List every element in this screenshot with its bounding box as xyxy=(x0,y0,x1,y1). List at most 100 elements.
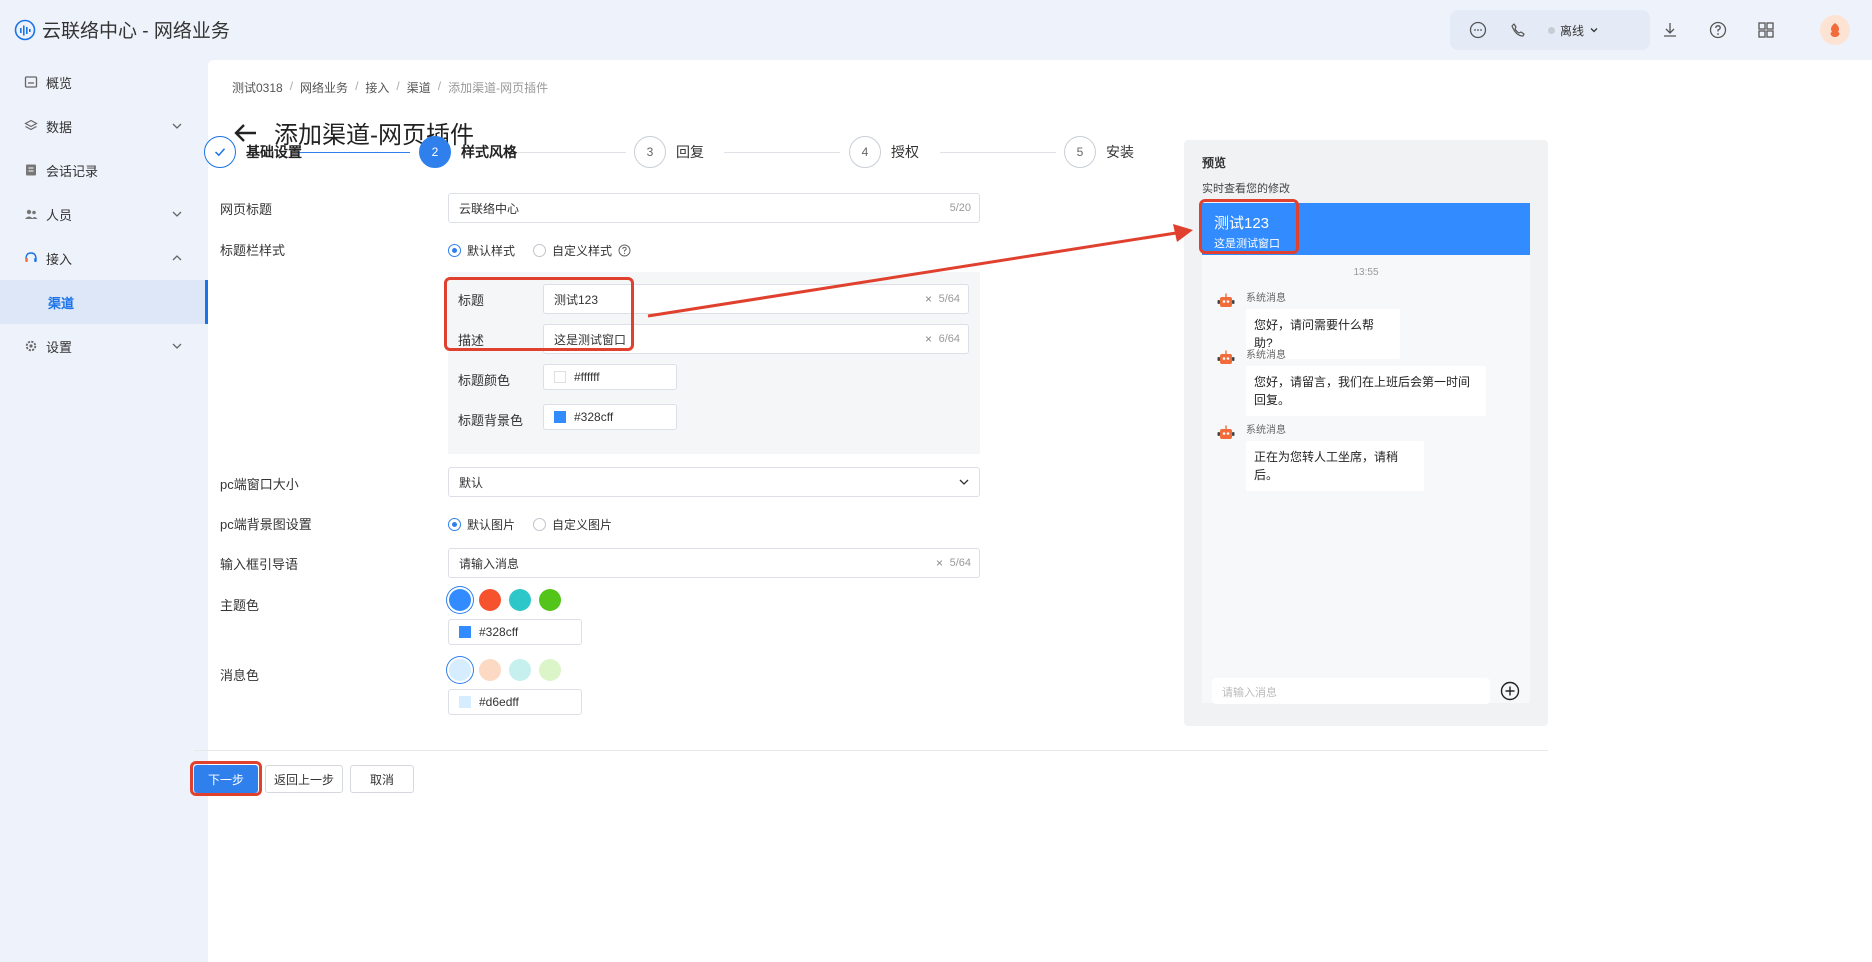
message-color-option[interactable] xyxy=(539,659,561,681)
message-color-picker[interactable]: #d6edff xyxy=(448,689,582,715)
theme-color-picker[interactable]: #328cff xyxy=(448,619,582,645)
record-icon xyxy=(26,164,36,176)
status-label: 离线 xyxy=(1560,23,1585,38)
app-title: 云联络中心 - 网络业务 xyxy=(14,16,230,43)
sidebar-item-data[interactable]: 数据 xyxy=(0,104,208,148)
color-swatch xyxy=(554,371,566,383)
sidebar-item-label: 接入 xyxy=(46,251,73,267)
breadcrumb-separator: / xyxy=(355,79,359,93)
step-auth[interactable]: 4 授权 xyxy=(849,136,919,168)
step-style[interactable]: 2 样式风格 xyxy=(419,136,517,168)
title-color-picker[interactable]: #ffffff xyxy=(543,364,677,390)
breadcrumb-current: 添加渠道-网页插件 xyxy=(448,81,549,95)
title-input[interactable]: 测试123 × 5/64 xyxy=(543,284,969,314)
page-title-value: 云联络中心 xyxy=(459,201,520,216)
sidebar-item-access[interactable]: 接入 xyxy=(0,236,208,280)
title-value: 测试123 xyxy=(554,292,599,307)
step-check-icon xyxy=(204,136,236,168)
radio-custom-style[interactable]: 自定义样式 xyxy=(533,242,631,259)
sender-name: 系统消息 xyxy=(1246,425,1286,436)
radio-dot xyxy=(533,518,547,531)
color-swatch xyxy=(554,411,566,423)
theme-color-option[interactable] xyxy=(479,589,501,611)
step-connector xyxy=(724,152,840,153)
breadcrumb-separator: / xyxy=(437,79,442,93)
preview-header-desc: 这是测试窗口 xyxy=(1214,238,1280,250)
avatar[interactable] xyxy=(1820,15,1850,45)
title-color-label: 标题颜色 xyxy=(458,373,511,388)
status-dropdown[interactable]: 离线 xyxy=(1548,22,1599,39)
step-connector xyxy=(298,152,410,153)
title-label: 标题 xyxy=(458,293,485,308)
sender-name: 系统消息 xyxy=(1246,350,1286,361)
pc-size-label: pc端窗口大小 xyxy=(220,477,299,492)
step-basic[interactable]: 基础设置 xyxy=(204,136,302,168)
next-button[interactable]: 下一步 xyxy=(194,765,258,793)
step-label: 安装 xyxy=(1106,144,1134,160)
phone-icon[interactable] xyxy=(1508,20,1528,40)
step-connector xyxy=(940,152,1056,153)
chat-message: 系统消息 正在为您转人工坐席，请稍后。 xyxy=(1216,421,1424,491)
message-color-option[interactable] xyxy=(509,659,531,681)
chat-message: 系统消息 您好，请留言，我们在上班后会第一时间回复。 xyxy=(1216,346,1486,416)
title-bg-color-picker[interactable]: #328cff xyxy=(543,404,677,430)
radio-default-image[interactable]: 默认图片 xyxy=(448,516,515,533)
top-bar: 云联络中心 - 网络业务 离线 xyxy=(0,0,1872,60)
radio-label: 默认样式 xyxy=(467,244,516,258)
preview-panel: 预览 实时查看您的修改 测试123 这是测试窗口 13:55 系统消息 您好，请… xyxy=(1184,140,1548,726)
data-icon xyxy=(24,119,38,131)
breadcrumb-item[interactable]: 接入 xyxy=(365,79,389,96)
help-icon[interactable] xyxy=(1708,20,1728,40)
chat-icon[interactable] xyxy=(1468,20,1488,40)
breadcrumb-item[interactable]: 测试0318 xyxy=(232,79,283,96)
desc-label: 描述 xyxy=(458,333,485,348)
sidebar-item-records[interactable]: 会话记录 xyxy=(0,148,208,192)
message-color-option[interactable] xyxy=(479,659,501,681)
breadcrumb-separator: / xyxy=(289,79,294,93)
sidebar-item-channel[interactable]: 渠道 xyxy=(0,280,208,324)
grid-icon[interactable] xyxy=(1756,20,1776,40)
input-guide-input[interactable]: 请输入消息 × 5/64 xyxy=(448,548,980,578)
bot-avatar-icon xyxy=(1217,293,1235,307)
sidebar-item-settings[interactable]: 设置 xyxy=(0,324,208,368)
question-icon[interactable] xyxy=(618,244,631,257)
back-button[interactable]: 返回上一步 xyxy=(265,765,343,793)
desc-input[interactable]: 这是测试窗口 × 6/64 xyxy=(543,324,969,354)
theme-color-option[interactable] xyxy=(449,589,471,611)
titlebar-style-label: 标题栏样式 xyxy=(220,243,286,258)
step-install[interactable]: 5 安装 xyxy=(1064,136,1134,168)
step-connector xyxy=(514,152,626,153)
title-bg-label: 标题背景色 xyxy=(458,413,524,428)
theme-color-option[interactable] xyxy=(509,589,531,611)
breadcrumb-item[interactable]: 渠道 xyxy=(407,79,431,96)
step-number: 2 xyxy=(419,136,451,168)
plus-circle-icon[interactable] xyxy=(1500,681,1520,701)
people-icon xyxy=(25,209,38,219)
radio-dot xyxy=(448,244,461,257)
message-color-label: 消息色 xyxy=(220,668,260,683)
step-reply[interactable]: 3 回复 xyxy=(634,136,704,168)
download-icon[interactable] xyxy=(1660,20,1680,40)
message-color-option[interactable] xyxy=(449,659,471,681)
radio-custom-image[interactable]: 自定义图片 xyxy=(533,516,612,533)
pc-size-select[interactable]: 默认 xyxy=(448,467,980,497)
preview-message-input[interactable]: 请输入消息 xyxy=(1212,678,1490,704)
breadcrumb-item[interactable]: 网络业务 xyxy=(300,79,348,96)
sidebar-item-people[interactable]: 人员 xyxy=(0,192,208,236)
clear-icon[interactable]: × xyxy=(925,292,932,306)
bot-avatar-icon xyxy=(1217,425,1235,439)
sidebar-item-label: 概览 xyxy=(46,75,73,91)
title-color-value: #ffffff xyxy=(574,370,600,384)
theme-color-option[interactable] xyxy=(539,589,561,611)
desc-value: 这是测试窗口 xyxy=(554,332,627,347)
sidebar-item-overview[interactable]: 概览 xyxy=(0,60,208,104)
theme-color-value: #328cff xyxy=(479,625,519,639)
chevron-down-icon xyxy=(172,343,182,349)
clear-icon[interactable]: × xyxy=(936,556,943,570)
clear-icon[interactable]: × xyxy=(925,332,932,346)
cancel-button[interactable]: 取消 xyxy=(350,765,414,793)
page-title-label: 网页标题 xyxy=(220,202,273,217)
radio-default-style[interactable]: 默认样式 xyxy=(448,242,515,259)
settings-icon xyxy=(25,340,37,352)
page-title-input[interactable]: 云联络中心 5/20 xyxy=(448,193,980,223)
